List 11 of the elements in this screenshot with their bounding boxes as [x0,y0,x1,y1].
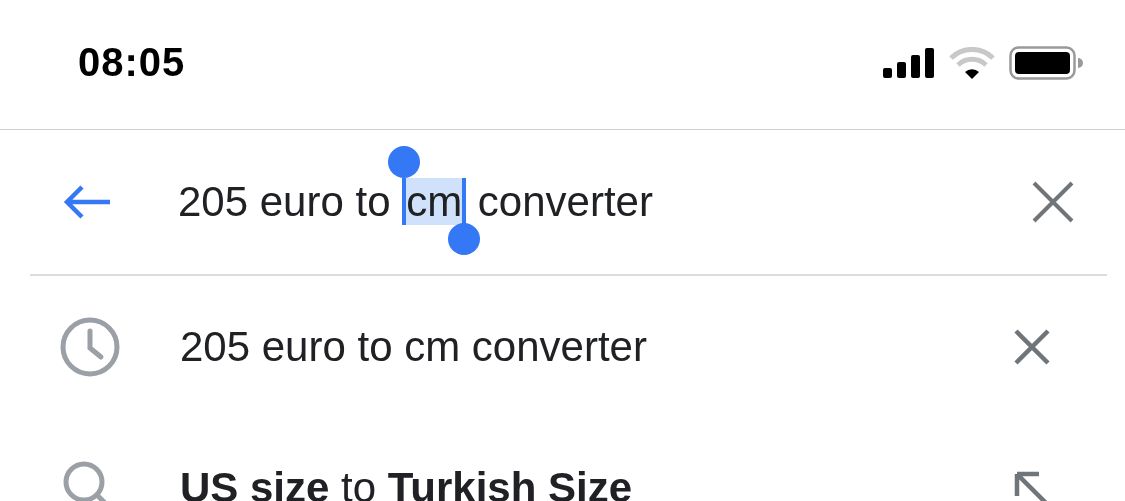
selection-handle[interactable] [448,223,481,255]
clear-button[interactable] [1031,180,1075,224]
selection-handle[interactable] [388,146,421,178]
back-button[interactable] [62,184,112,220]
suggestion-text[interactable]: 205 euro to cm converter [180,322,1013,371]
signal-icon [883,47,935,78]
status-time: 08:05 [78,40,186,85]
battery-icon [1009,45,1083,80]
search-field[interactable]: 205 euro to cm converter [178,178,1031,226]
remove-button[interactable] [1013,327,1051,366]
wifi-icon [949,46,995,79]
